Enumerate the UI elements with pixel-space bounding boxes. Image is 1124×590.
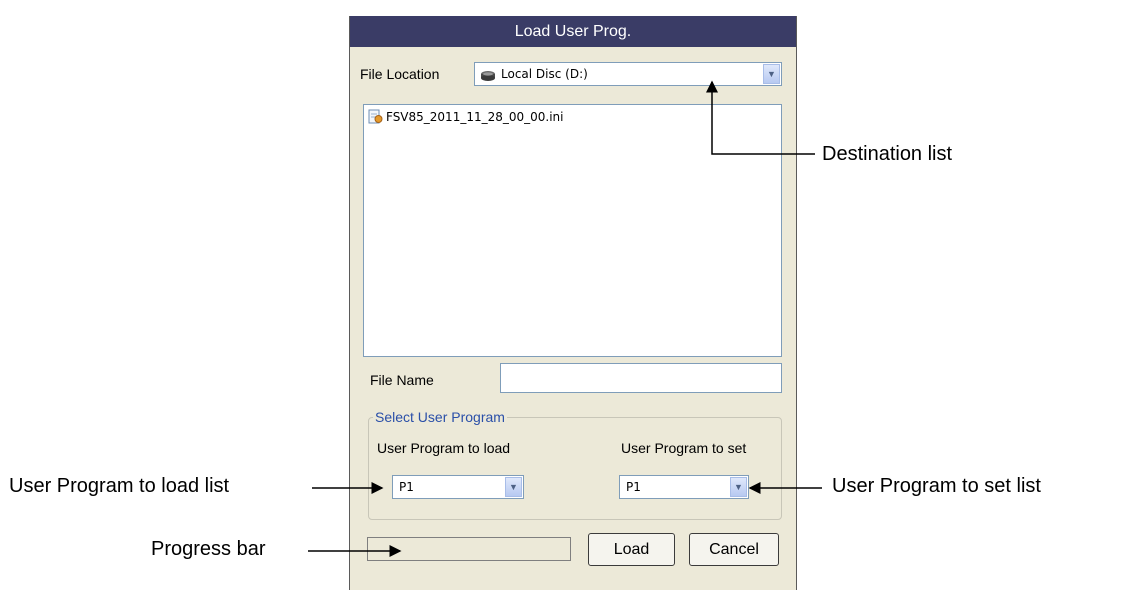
load-list-callout: User Program to load list <box>9 475 230 497</box>
progress-bar-callout: Progress bar <box>151 538 266 560</box>
set-list-callout: User Program to set list <box>832 475 1041 497</box>
callout-lines <box>308 80 822 557</box>
destination-list-callout: Destination list <box>822 143 953 165</box>
destination-leader <box>706 80 815 155</box>
